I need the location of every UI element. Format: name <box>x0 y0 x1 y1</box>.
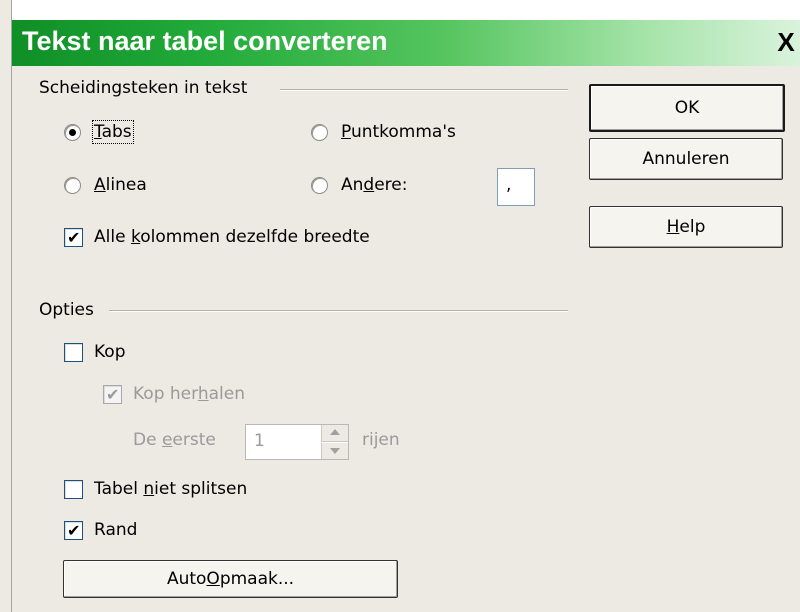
spin-down-button[interactable] <box>321 443 348 459</box>
checkbox-repeat-header-box[interactable]: ✔ <box>103 385 122 404</box>
radio-other-label: Andere: <box>341 175 408 195</box>
first-rows-spinbox[interactable]: 1 <box>245 424 349 460</box>
checkbox-header[interactable]: Kop <box>64 342 214 364</box>
checkbox-header-label: Kop <box>94 342 126 362</box>
first-rows-value: 1 <box>254 431 265 451</box>
radio-semicolons[interactable]: Puntkomma's <box>311 122 531 144</box>
radio-tabs-label: Tabs <box>92 120 134 144</box>
other-separator-value: , <box>506 175 512 195</box>
radio-paragraph[interactable]: Alinea <box>64 175 274 197</box>
checkbox-border-box[interactable]: ✔ <box>64 521 83 540</box>
checkmark-icon: ✔ <box>67 521 81 540</box>
autoformat-button[interactable]: AutoOpmaak... <box>63 560 398 598</box>
checkbox-repeat-header-label: Kop herhalen <box>133 384 245 404</box>
checkbox-border[interactable]: ✔ Rand <box>64 520 214 542</box>
other-separator-input[interactable]: , <box>497 168 535 206</box>
checkbox-equal-column-width-box[interactable]: ✔ <box>64 228 83 247</box>
first-rows-label: De eerste <box>133 430 216 450</box>
radio-tabs-indicator[interactable] <box>64 124 81 141</box>
cancel-button[interactable]: Annuleren <box>589 138 783 180</box>
close-button[interactable]: X <box>772 29 800 57</box>
radio-paragraph-indicator[interactable] <box>64 177 81 194</box>
checkbox-dont-split-table-box[interactable] <box>64 480 83 499</box>
arrow-down-icon <box>330 448 340 454</box>
separator-group-label: Scheidingsteken in tekst <box>39 78 248 98</box>
arrow-up-icon <box>330 429 340 435</box>
dialog-window: Tekst naar tabel converteren X Scheiding… <box>0 0 800 612</box>
first-rows-suffix: rijen <box>362 430 400 450</box>
checkmark-icon: ✔ <box>106 385 120 404</box>
radio-semicolons-label: Puntkomma's <box>341 122 456 142</box>
separator-group-divider <box>280 89 568 91</box>
radio-paragraph-label: Alinea <box>94 175 147 195</box>
dialog-title: Tekst naar tabel converteren <box>22 26 388 56</box>
checkbox-border-label: Rand <box>94 520 138 540</box>
spin-up-button[interactable] <box>321 425 348 442</box>
title-bar[interactable]: Tekst naar tabel converteren X <box>12 20 800 66</box>
checkbox-dont-split-table-label: Tabel niet splitsen <box>94 479 248 499</box>
options-group-label: Opties <box>39 300 94 320</box>
radio-other-indicator[interactable] <box>311 177 328 194</box>
radio-other[interactable]: Andere: <box>311 175 481 197</box>
checkbox-header-box[interactable] <box>64 343 83 362</box>
checkbox-repeat-header[interactable]: ✔ Kop herhalen <box>103 384 303 406</box>
options-group-divider <box>109 310 568 312</box>
checkbox-equal-column-width-label: Alle kolommen dezelfde breedte <box>94 227 370 247</box>
background-window-edge <box>0 0 12 612</box>
checkmark-icon: ✔ <box>67 228 81 247</box>
radio-tabs[interactable]: Tabs <box>64 120 274 144</box>
radio-semicolons-indicator[interactable] <box>311 124 328 141</box>
ok-button[interactable]: OK <box>589 84 785 132</box>
checkbox-equal-column-width[interactable]: ✔ Alle kolommen dezelfde breedte <box>64 227 424 249</box>
help-button[interactable]: Help <box>589 206 783 248</box>
checkbox-dont-split-table[interactable]: Tabel niet splitsen <box>64 479 324 501</box>
